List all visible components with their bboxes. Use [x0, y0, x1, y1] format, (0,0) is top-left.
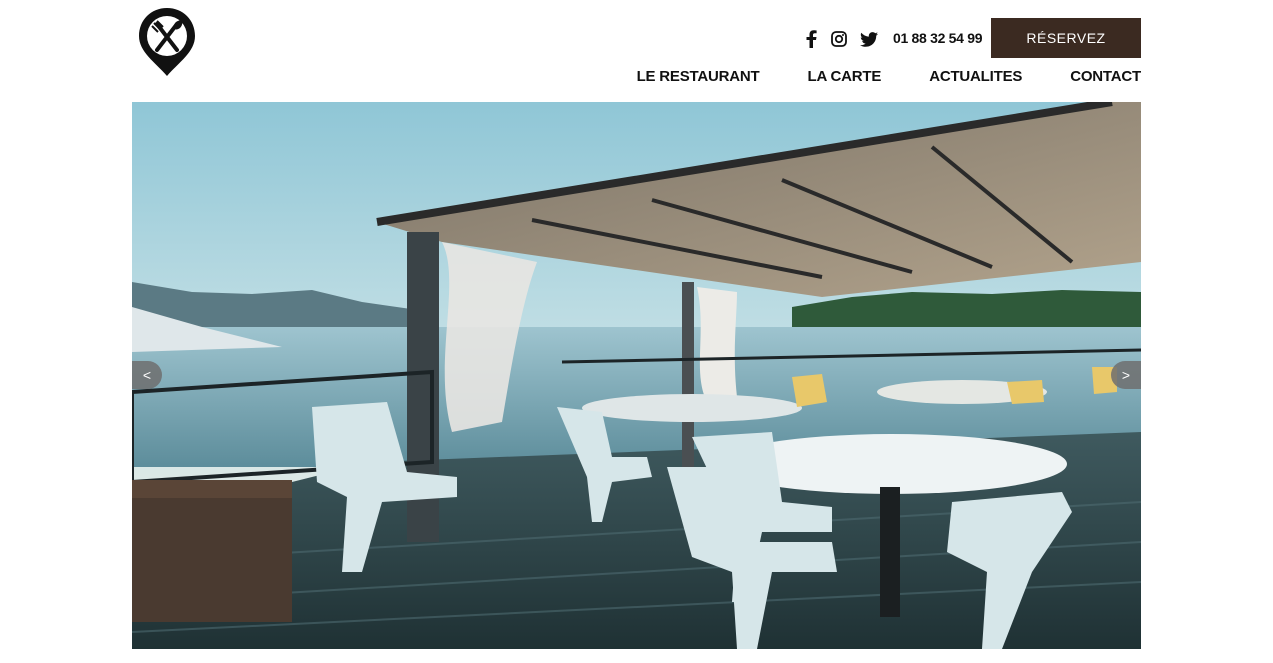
- main-nav: LE RESTAURANT LA CARTE ACTUALITES CONTAC…: [637, 68, 1142, 85]
- slider-prev-button[interactable]: <: [132, 361, 162, 389]
- fork-knife-pin-icon: [139, 8, 195, 76]
- twitter-icon: [860, 31, 878, 47]
- twitter-link[interactable]: [859, 29, 879, 49]
- nav-item-la-carte[interactable]: LA CARTE: [808, 68, 882, 85]
- nav-item-le-restaurant[interactable]: LE RESTAURANT: [637, 68, 760, 85]
- instagram-link[interactable]: [829, 29, 849, 49]
- hero-image: [132, 102, 1141, 649]
- facebook-icon: [806, 30, 817, 48]
- instagram-icon: [831, 31, 847, 47]
- facebook-link[interactable]: [801, 29, 821, 49]
- reserve-button[interactable]: RÉSERVEZ: [991, 18, 1141, 58]
- phone-number[interactable]: 01 88 32 54 99: [893, 30, 983, 46]
- nav-item-contact[interactable]: CONTACT: [1070, 68, 1141, 85]
- logo[interactable]: [137, 6, 197, 78]
- nav-item-actualites[interactable]: ACTUALITES: [929, 68, 1022, 85]
- slider-next-button[interactable]: >: [1111, 361, 1141, 389]
- hero-slider: [132, 102, 1141, 649]
